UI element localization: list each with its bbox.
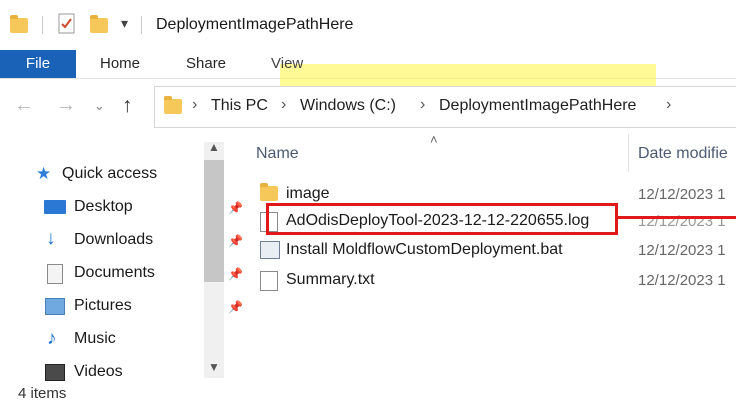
- sort-ascending-icon: ˄: [430, 132, 438, 147]
- title-bar: ▾ DeploymentImagePathHere: [0, 0, 736, 50]
- file-name: Summary.txt: [286, 271, 375, 288]
- tab-file[interactable]: File: [0, 50, 76, 78]
- divider: [42, 16, 43, 34]
- star-icon: ★: [36, 164, 52, 183]
- tab-view[interactable]: View: [271, 55, 303, 72]
- file-date: 12/12/2023 1: [638, 242, 726, 259]
- file-row[interactable]: image 12/12/2023 1: [0, 183, 736, 205]
- customize-quick-access-icon[interactable]: ▾: [121, 15, 128, 32]
- breadcrumb-windows-c[interactable]: Windows (C:): [300, 97, 396, 115]
- window-title: DeploymentImagePathHere: [156, 16, 354, 33]
- batch-file-icon: [260, 241, 280, 259]
- column-divider[interactable]: [628, 134, 629, 172]
- breadcrumb-deployment-folder[interactable]: DeploymentImagePathHere: [439, 97, 636, 115]
- scroll-up-icon[interactable]: ▲: [208, 140, 220, 154]
- sidebar-item-label: Music: [74, 330, 116, 347]
- file-date: 12/12/2023 1: [638, 272, 726, 289]
- pin-icon[interactable]: 📌: [228, 300, 243, 314]
- file-row[interactable]: Install MoldflowCustomDeployment.bat 12/…: [0, 239, 736, 261]
- annotation-box: [266, 203, 618, 235]
- annotation-line: [618, 216, 736, 219]
- tab-home[interactable]: Home: [100, 55, 140, 72]
- item-count: 4 items: [18, 385, 67, 402]
- properties-icon[interactable]: [58, 13, 76, 35]
- chevron-right-icon[interactable]: ›: [666, 96, 671, 114]
- sidebar-item-label: Videos: [74, 363, 123, 380]
- tab-share[interactable]: Share: [186, 55, 226, 72]
- divider: [141, 16, 142, 34]
- forward-arrow-icon[interactable]: →: [56, 94, 76, 117]
- chevron-right-icon[interactable]: ›: [192, 96, 197, 114]
- folder-icon: [260, 183, 278, 201]
- column-header-date[interactable]: Date modifie: [638, 145, 728, 163]
- videos-icon: [45, 364, 65, 381]
- file-row[interactable]: Summary.txt 12/12/2023 1: [0, 269, 736, 291]
- sidebar-item-label: Quick access: [62, 165, 158, 182]
- recent-locations-icon[interactable]: ⌄: [94, 98, 105, 114]
- pictures-icon: [45, 298, 65, 315]
- file-name: Install MoldflowCustomDeployment.bat: [286, 241, 563, 258]
- scroll-down-icon[interactable]: ▼: [208, 360, 220, 374]
- sidebar-item-label: Pictures: [74, 297, 132, 314]
- chevron-right-icon[interactable]: ›: [420, 96, 425, 114]
- file-date: 12/12/2023 1: [638, 186, 726, 203]
- back-arrow-icon[interactable]: ←: [14, 94, 34, 117]
- folder-icon: [10, 15, 28, 33]
- music-icon: ♪: [47, 328, 57, 349]
- up-arrow-icon[interactable]: ↑: [122, 94, 133, 118]
- column-header-name[interactable]: Name: [256, 145, 299, 163]
- breadcrumb-this-pc[interactable]: This PC: [211, 97, 268, 115]
- file-name: image: [286, 185, 330, 202]
- folder-icon: [164, 96, 182, 114]
- text-file-icon: [260, 271, 278, 291]
- chevron-right-icon[interactable]: ›: [281, 96, 286, 114]
- new-folder-icon[interactable]: [90, 15, 108, 33]
